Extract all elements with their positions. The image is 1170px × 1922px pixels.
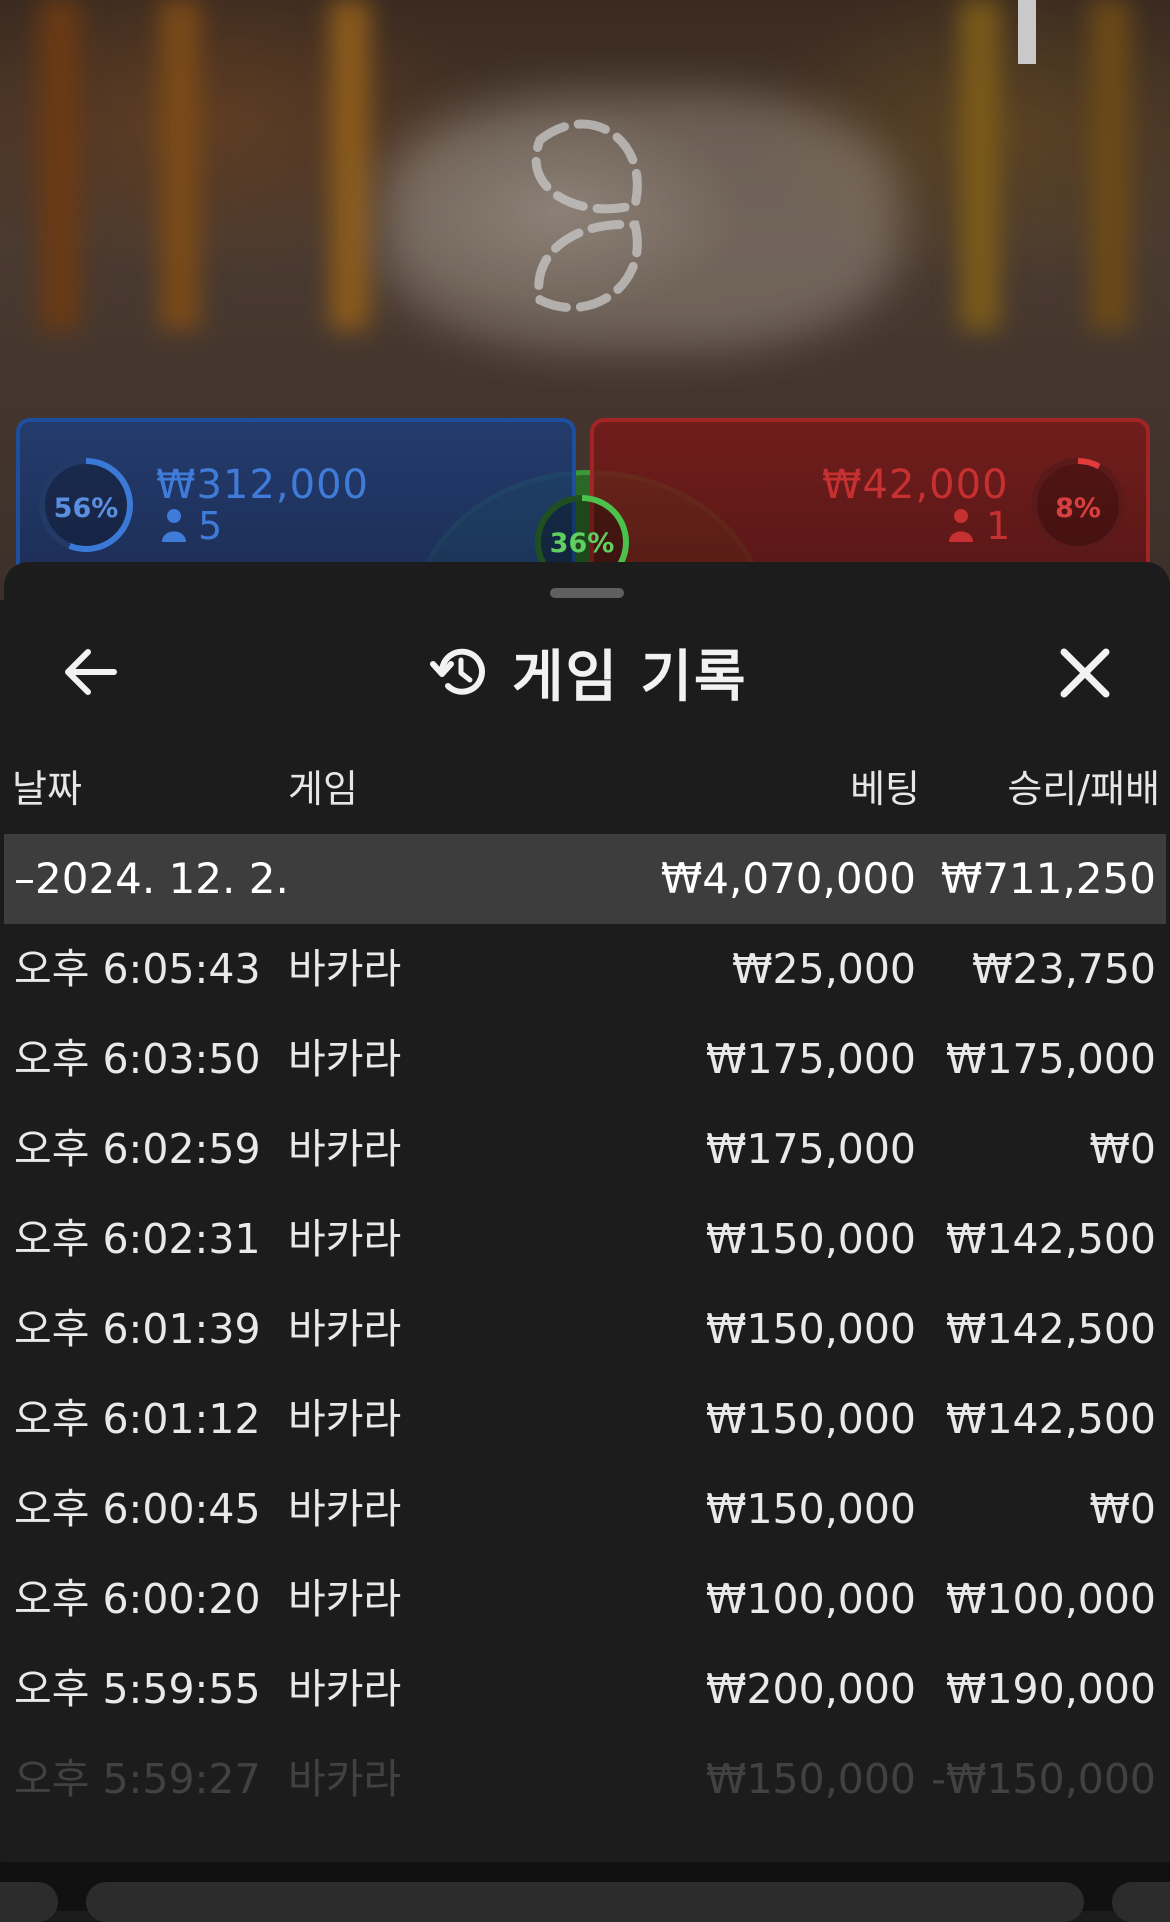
close-icon[interactable] [1056,644,1114,702]
history-row-time: 오후 6:01:39 [14,1305,261,1353]
bottom-toolbar [0,1862,1170,1922]
history-row-bet: ₩25,000 [732,945,916,993]
column-header-game[interactable]: 게임 [288,758,358,813]
toolbar-button-center[interactable] [86,1882,1084,1922]
history-row[interactable]: 오후 6:03:50 바카라 ₩175,000 ₩175,000 [4,1014,1166,1104]
column-header-result[interactable]: 승리/패배 [1007,758,1160,813]
history-row-time: 오후 5:59:27 [14,1755,261,1803]
game-history-sheet: 게임 기록 날짜 게임 베팅 승리/패배 –2024. 12. 2. ₩4,07… [4,562,1170,1862]
history-row[interactable]: 오후 6:02:31 바카라 ₩150,000 ₩142,500 [4,1194,1166,1284]
history-row-time: 오후 6:02:31 [14,1215,261,1263]
history-row-time: 오후 6:03:50 [14,1035,261,1083]
date-group-result-total: ₩711,250 [940,854,1156,903]
history-row-time: 오후 5:59:55 [14,1665,261,1713]
tie-percent: 36% [549,528,615,559]
history-row-game: 바카라 [288,1485,402,1533]
column-header-date[interactable]: 날짜 [12,758,82,813]
player-person-icon [162,509,186,542]
history-row-game: 바카라 [288,1395,402,1443]
arrow-left-icon[interactable] [58,644,122,700]
history-row-time: 오후 6:02:59 [14,1125,261,1173]
toolbar-button-left[interactable] [0,1882,58,1922]
history-row-game: 바카라 [288,1125,402,1173]
history-row-result: ₩0 [1089,1125,1156,1173]
history-row-time: 오후 6:00:45 [14,1485,261,1533]
player-bet-amount: ₩312,000 [156,462,369,508]
date-group-label: –2024. 12. 2. [14,854,289,903]
history-row[interactable]: 오후 5:59:55 바카라 ₩200,000 ₩190,000 [4,1644,1166,1734]
history-row[interactable]: 오후 5:59:27 바카라 ₩150,000 -₩150,000 [4,1734,1166,1824]
history-row-time: 오후 6:01:12 [14,1395,261,1443]
history-row-game: 바카라 [288,1665,402,1713]
history-row[interactable]: 오후 6:00:45 바카라 ₩150,000 ₩0 [4,1464,1166,1554]
history-row-bet: ₩150,000 [705,1215,916,1263]
history-row[interactable]: 오후 6:01:39 바카라 ₩150,000 ₩142,500 [4,1284,1166,1374]
history-clock-icon [430,648,485,695]
banker-bet-amount: ₩42,000 [822,462,1009,508]
history-row-game: 바카라 [288,1035,402,1083]
date-group-bet-total: ₩4,070,000 [660,854,916,903]
banker-percent: 8% [1055,493,1101,524]
history-row-result: ₩23,750 [972,945,1156,993]
banker-person-icon [949,509,973,542]
history-row-result: ₩190,000 [945,1665,1156,1713]
status-indicator [1018,0,1036,64]
history-row-result: ₩142,500 [945,1395,1156,1443]
player-percent: 56% [53,493,119,524]
history-row-game: 바카라 [288,945,402,993]
history-row-time: 오후 6:00:20 [14,1575,261,1623]
loading-spinner-icon [531,119,642,313]
sheet-header: 게임 기록 [4,622,1170,722]
history-row-result: ₩100,000 [945,1575,1156,1623]
history-row-result: ₩175,000 [945,1035,1156,1083]
drag-handle[interactable] [550,588,624,598]
history-row-result: ₩142,500 [945,1305,1156,1353]
history-row[interactable]: 오후 6:00:20 바카라 ₩100,000 ₩100,000 [4,1554,1166,1644]
history-row[interactable]: 오후 6:05:43 바카라 ₩25,000 ₩23,750 [4,924,1166,1014]
history-row-bet: ₩175,000 [705,1125,916,1173]
history-row-game: 바카라 [288,1215,402,1263]
date-group-row[interactable]: –2024. 12. 2. ₩4,070,000 ₩711,250 [4,834,1166,924]
history-row-game: 바카라 [288,1575,402,1623]
history-row[interactable]: 오후 6:01:12 바카라 ₩150,000 ₩142,500 [4,1374,1166,1464]
history-row-bet: ₩200,000 [705,1665,916,1713]
history-row-result: ₩142,500 [945,1215,1156,1263]
player-bettor-count: 5 [198,504,223,548]
history-row-bet: ₩175,000 [705,1035,916,1083]
history-row-bet: ₩100,000 [705,1575,916,1623]
history-row-result: ₩0 [1089,1485,1156,1533]
column-header-bet[interactable]: 베팅 [850,758,920,813]
history-row-game: 바카라 [288,1305,402,1353]
sheet-title-group: 게임 기록 [430,636,748,710]
history-row-bet: ₩150,000 [705,1755,916,1803]
banker-bettor-count: 1 [986,504,1011,548]
history-row-bet: ₩150,000 [705,1485,916,1533]
history-row-result: -₩150,000 [931,1755,1156,1803]
toolbar-button-right[interactable] [1112,1882,1170,1922]
history-row-time: 오후 6:05:43 [14,945,261,993]
history-row-game: 바카라 [288,1755,402,1803]
history-row-bet: ₩150,000 [705,1305,916,1353]
sheet-title: 게임 기록 [512,644,748,710]
history-row-bet: ₩150,000 [705,1395,916,1443]
history-row[interactable]: 오후 6:02:59 바카라 ₩175,000 ₩0 [4,1104,1166,1194]
